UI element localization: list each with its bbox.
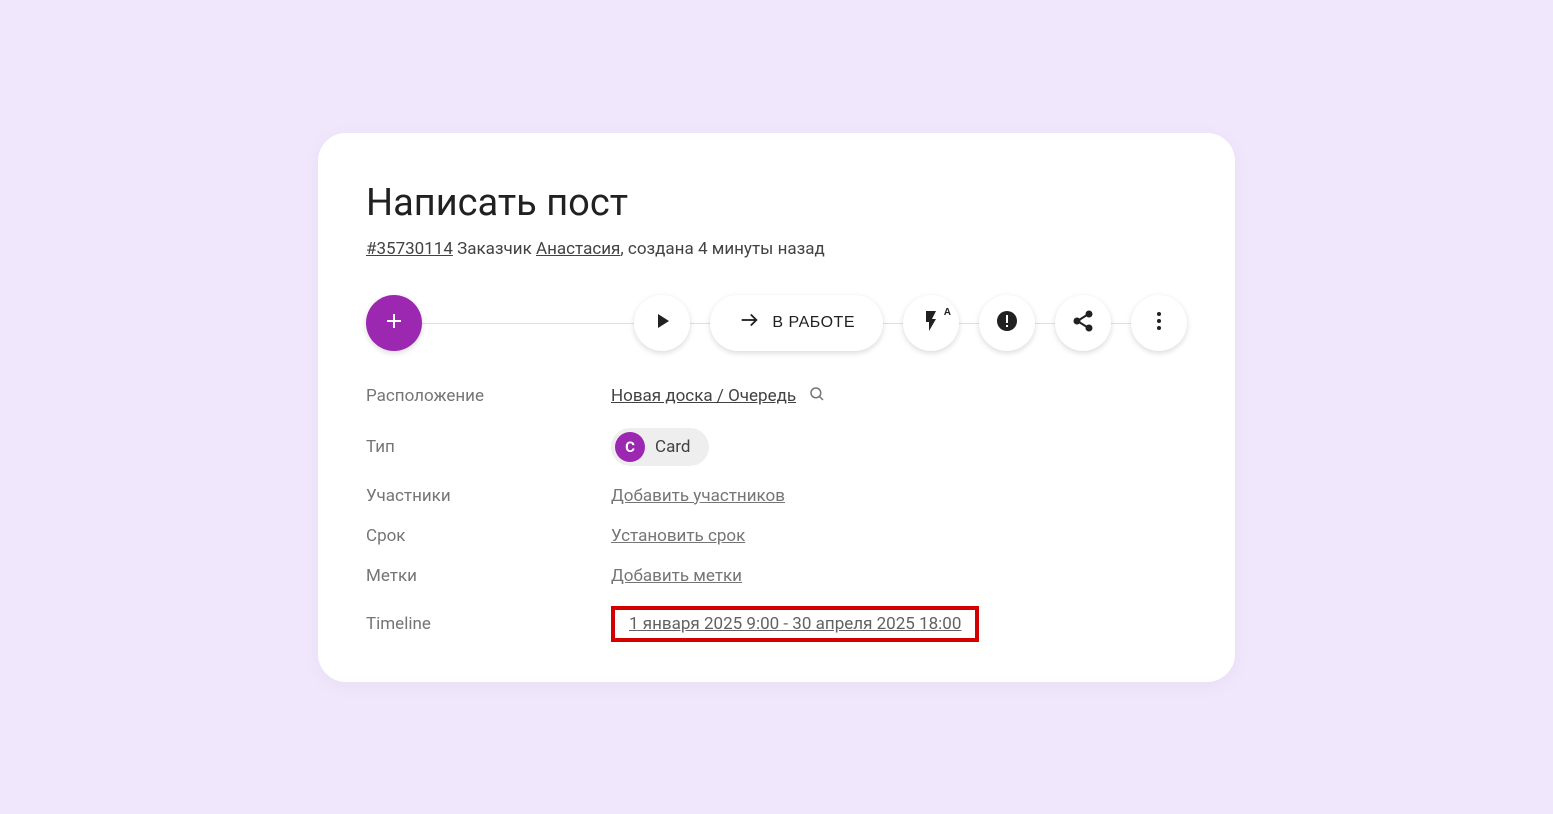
more-vertical-icon [1147,309,1171,336]
arrow-right-icon [738,309,760,336]
meta-created: , создана 4 минуты назад [620,239,824,259]
share-icon [1071,309,1095,336]
field-type: Тип C Card [366,428,1187,466]
due-set[interactable]: Установить срок [611,526,745,546]
task-id-link[interactable]: #35730114 [366,239,453,259]
fields: Расположение Новая доска / Очередь Тип C… [366,385,1187,642]
task-card: Написать пост #35730114 Заказчик Анастас… [318,133,1235,682]
share-button[interactable] [1055,295,1111,351]
search-icon[interactable] [808,385,826,408]
play-icon [650,309,674,336]
status-button[interactable]: В РАБОТЕ [710,295,883,351]
field-participants: Участники Добавить участников [366,486,1187,506]
due-label: Срок [366,526,611,546]
type-chip[interactable]: C Card [611,428,709,466]
flash-auto-icon: A [919,309,943,336]
more-button[interactable] [1131,295,1187,351]
toolbar: В РАБОТЕ A [366,293,1187,353]
meta-customer-prefix: Заказчик [453,239,536,259]
tags-label: Метки [366,566,611,586]
add-button[interactable] [366,295,422,351]
task-meta: #35730114 Заказчик Анастасия, создана 4 … [366,239,1187,259]
field-due: Срок Установить срок [366,526,1187,546]
customer-link[interactable]: Анастасия [536,239,620,259]
status-label: В РАБОТЕ [772,314,855,332]
play-button[interactable] [634,295,690,351]
location-label: Расположение [366,386,611,406]
alert-icon [995,309,1019,336]
timeline-value[interactable]: 1 января 2025 9:00 - 30 апреля 2025 18:0… [629,614,961,634]
field-timeline: Timeline 1 января 2025 9:00 - 30 апреля … [366,606,1187,642]
field-tags: Метки Добавить метки [366,566,1187,586]
participants-add[interactable]: Добавить участников [611,486,785,506]
type-value: Card [655,437,691,457]
field-location: Расположение Новая доска / Очередь [366,385,1187,408]
alert-button[interactable] [979,295,1035,351]
tags-add[interactable]: Добавить метки [611,566,742,586]
task-title: Написать пост [366,181,1187,225]
participants-label: Участники [366,486,611,506]
timeline-highlight: 1 января 2025 9:00 - 30 апреля 2025 18:0… [611,606,979,642]
plus-icon [382,309,406,336]
type-label: Тип [366,437,611,457]
location-value[interactable]: Новая доска / Очередь [611,386,796,406]
timeline-label: Timeline [366,614,611,634]
type-badge: C [615,432,645,462]
flash-auto-button[interactable]: A [903,295,959,351]
